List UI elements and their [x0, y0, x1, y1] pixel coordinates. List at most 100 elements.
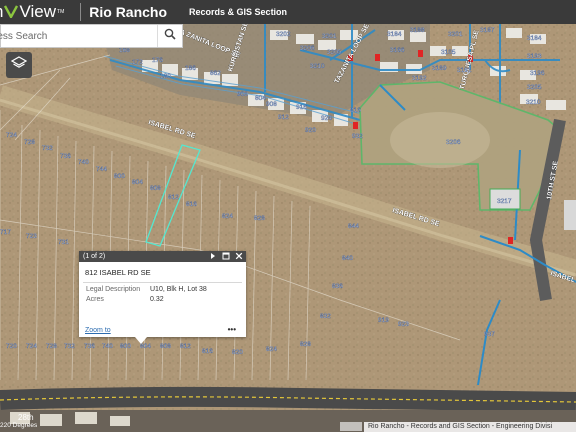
logo-n: n — [0, 2, 3, 22]
parcel-number: 732 — [64, 343, 75, 350]
parcel-number: 828 — [254, 215, 265, 222]
parcel-number: 3217 — [497, 198, 512, 205]
parcel-number: 736 — [84, 343, 95, 350]
city-title: Rio Rancho — [89, 4, 168, 20]
parcel-number: 920 — [305, 127, 316, 134]
parcel-number: 732 — [42, 145, 53, 152]
map-attribution: Rio Rancho - Records and GIS Section - E… — [364, 422, 576, 432]
parcel-number: 804 — [132, 179, 143, 186]
parcel-number: 824 — [266, 346, 277, 353]
parcel-number: 840 — [342, 255, 353, 262]
zoom-to-link[interactable]: Zoom to — [85, 327, 111, 334]
parcel-number: 186 — [185, 65, 196, 72]
parcel-number: 923 — [398, 321, 409, 328]
logo-tm: TM — [57, 9, 65, 15]
parcel-number: 724 — [6, 132, 17, 139]
more-actions-button[interactable]: ••• — [228, 325, 236, 334]
parcel-number: 740 — [78, 159, 89, 166]
parcel-number: 3189 — [432, 65, 447, 72]
parcel-number: 808 — [160, 343, 171, 350]
parcel-number: 3196 — [530, 70, 545, 77]
parcel-number: 800 — [114, 173, 125, 180]
parcel-number: 3193 — [527, 53, 542, 60]
parcel-number: 717 — [0, 229, 11, 236]
parcel-number: 908 — [266, 101, 277, 108]
address-search-box[interactable] — [0, 24, 183, 48]
maximize-icon[interactable] — [222, 252, 230, 260]
parcel-number: 862 — [210, 70, 221, 77]
parcel-number: 924 — [321, 115, 332, 122]
parcel-number: 844 — [348, 223, 359, 230]
parcel-number: 900 — [237, 91, 248, 98]
parcel-number: 3188 — [410, 27, 425, 34]
parcel-number: 808 — [150, 185, 161, 192]
search-icon — [164, 27, 176, 45]
parcel-number: 720 — [6, 343, 17, 350]
popup-pointer — [135, 337, 147, 344]
parcel-number: 728 — [24, 139, 35, 146]
parcel-number: 812 — [168, 194, 179, 201]
parcel-number: 836 — [332, 283, 343, 290]
parcel-number: 832 — [320, 313, 331, 320]
close-icon[interactable] — [235, 252, 243, 260]
logo-view: View — [19, 2, 57, 21]
parcel-number: 912 — [278, 114, 289, 121]
search-button[interactable] — [157, 25, 182, 47]
scale-readout: 220 Degrees — [0, 422, 38, 429]
popup-row-value: 0.32 — [150, 296, 164, 303]
parcel-number: 3205 — [527, 84, 542, 91]
parcel-number: 736 — [60, 153, 71, 160]
layers-button[interactable] — [6, 52, 32, 78]
next-feature-icon[interactable] — [209, 252, 217, 260]
parcel-number: 804 — [255, 95, 266, 102]
popup-row-acres: Acres 0.32 — [79, 293, 246, 303]
popup-row-legal: Legal Description U10, Blk H, Lot 38 — [79, 283, 246, 293]
parcel-number: 3184 — [527, 35, 542, 42]
parcel-popup: (1 of 2) 812 ISABEL RD SE Legal Descript… — [79, 251, 246, 344]
parcel-number: 804 — [140, 343, 151, 350]
parcel-number: 176 — [152, 57, 163, 64]
parcel-number: 3206 — [300, 45, 315, 52]
parcel-number: 3105 — [441, 49, 456, 56]
parcel-number: 3166 — [390, 47, 405, 54]
popup-title: 812 ISABEL RD SE — [85, 268, 151, 277]
parcel-number: 3206 — [446, 139, 461, 146]
parcel-number: 728 — [46, 343, 57, 350]
popup-header: (1 of 2) — [79, 251, 246, 262]
parcel-number: 937 — [484, 331, 495, 338]
parcel-number: 3210 — [526, 99, 541, 106]
parcel-number: 731 — [58, 239, 69, 246]
parcel-number: 723 — [26, 233, 37, 240]
parcel-number: 3201 — [448, 31, 463, 38]
layers-icon — [10, 55, 28, 76]
bottom-street-label: 28th — [18, 413, 34, 422]
popup-counter: (1 of 2) — [83, 253, 106, 260]
parcel-number: 180 — [160, 73, 171, 80]
parcel-number: 168 — [119, 47, 130, 54]
parcel-number: 828 — [300, 341, 311, 348]
powered-by-badge — [340, 422, 362, 431]
parcel-number: 816 — [186, 201, 197, 208]
parcel-number: 919 — [378, 317, 389, 324]
parcel-number: 3187 — [480, 27, 495, 34]
app-header: n View TM Rio Rancho Records & GIS Secti… — [0, 0, 576, 24]
section-title: Records & GIS Section — [189, 7, 288, 17]
parcel-number: 812 — [180, 343, 191, 350]
address-search-input[interactable] — [0, 25, 144, 47]
parcel-number: 3205 — [327, 49, 342, 56]
map-view[interactable]: TA ZANITA LOOP SE KURDISTAN SE TAZANITA … — [0, 24, 576, 432]
map-canvas[interactable]: TA ZANITA LOOP SE KURDISTAN SE TAZANITA … — [0, 24, 576, 432]
parcel-number: 3191 — [457, 67, 472, 74]
logo-check-icon — [4, 2, 19, 23]
parcel-number: 3184 — [387, 31, 402, 38]
parcel-number: 820 — [232, 349, 243, 356]
parcel-number: 816 — [350, 107, 361, 114]
popup-row-key: Acres — [86, 296, 104, 303]
app-logo[interactable]: n View TM — [0, 2, 64, 23]
parcel-number: 916 — [296, 104, 307, 111]
popup-row-value: U10, Blk H, Lot 38 — [150, 286, 207, 293]
parcel-number: 824 — [222, 213, 233, 220]
parcel-number: 172 — [132, 59, 143, 66]
parcel-number: 724 — [26, 343, 37, 350]
parcel-number: 800 — [120, 343, 131, 350]
